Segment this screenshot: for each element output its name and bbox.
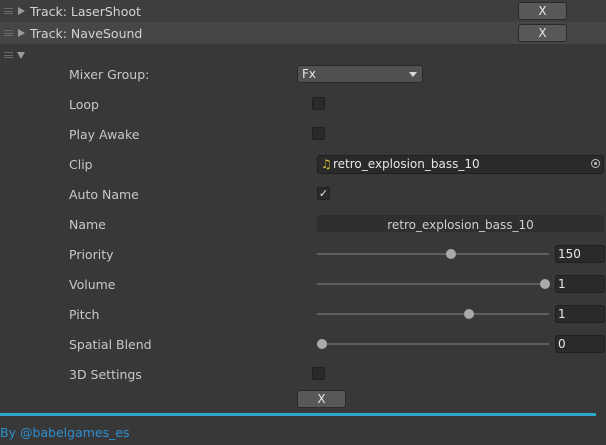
- spatial-blend-slider-thumb[interactable]: [317, 339, 327, 349]
- play-awake-label: Play Awake: [69, 127, 140, 142]
- clip-value: retro_explosion_bass_10: [333, 157, 480, 171]
- drag-handle-icon[interactable]: [4, 30, 13, 36]
- 3d-settings-label: 3D Settings: [69, 367, 142, 382]
- track-title: Track: NaveSound: [30, 26, 143, 41]
- auto-name-label: Auto Name: [69, 187, 139, 202]
- track-row-navesound[interactable]: Track: NaveSound X: [0, 22, 606, 44]
- loop-checkbox[interactable]: [312, 97, 325, 110]
- remove-track-button[interactable]: X: [518, 24, 567, 42]
- pitch-input[interactable]: 1: [555, 305, 605, 323]
- spatial-blend-slider-track[interactable]: [317, 343, 549, 345]
- priority-slider-track[interactable]: [317, 253, 549, 255]
- volume-label: Volume: [69, 277, 116, 292]
- track-title: Track: LaserShoot: [30, 4, 141, 19]
- 3d-settings-checkbox[interactable]: [312, 367, 325, 380]
- drag-handle-icon[interactable]: [4, 52, 13, 58]
- spatial-blend-label: Spatial Blend: [69, 337, 152, 352]
- mixer-group-dropdown[interactable]: Fx: [297, 65, 423, 83]
- mixer-group-label: Mixer Group:: [69, 67, 150, 82]
- priority-slider-thumb[interactable]: [446, 249, 457, 259]
- volume-input[interactable]: 1: [555, 275, 605, 293]
- name-label: Name: [69, 217, 106, 232]
- volume-slider-track[interactable]: [317, 283, 549, 285]
- play-awake-checkbox[interactable]: [312, 127, 325, 140]
- pitch-slider-track[interactable]: [317, 313, 549, 315]
- mixer-group-value: Fx: [302, 67, 317, 81]
- pitch-slider-thumb[interactable]: [464, 309, 475, 319]
- chevron-down-icon: [409, 72, 417, 77]
- clip-label: Clip: [69, 157, 93, 172]
- loop-label: Loop: [69, 97, 99, 112]
- expand-arrow-icon[interactable]: [18, 7, 25, 15]
- clip-object-field[interactable]: ♫ retro_explosion_bass_10: [317, 155, 604, 174]
- remove-track-button[interactable]: X: [297, 390, 346, 408]
- checkmark-icon: ✓: [318, 187, 329, 200]
- auto-name-checkbox[interactable]: ✓: [317, 187, 330, 200]
- track-row-lasershoot[interactable]: Track: LaserShoot X: [0, 0, 606, 22]
- drag-handle-icon[interactable]: [4, 8, 13, 14]
- spatial-blend-input[interactable]: 0: [555, 335, 605, 353]
- collapse-arrow-icon[interactable]: [17, 52, 25, 59]
- priority-label: Priority: [69, 247, 114, 262]
- priority-input[interactable]: 150: [555, 245, 605, 263]
- object-picker-icon[interactable]: [591, 159, 600, 168]
- pitch-label: Pitch: [69, 307, 100, 322]
- volume-slider-thumb[interactable]: [540, 279, 550, 289]
- name-field: retro_explosion_bass_10: [317, 215, 604, 232]
- remove-track-button[interactable]: X: [518, 2, 567, 20]
- divider-line: [0, 413, 596, 416]
- audio-clip-icon: ♫: [321, 157, 332, 171]
- credit-text: By @babelgames_es: [0, 425, 130, 440]
- expand-arrow-icon[interactable]: [18, 29, 25, 37]
